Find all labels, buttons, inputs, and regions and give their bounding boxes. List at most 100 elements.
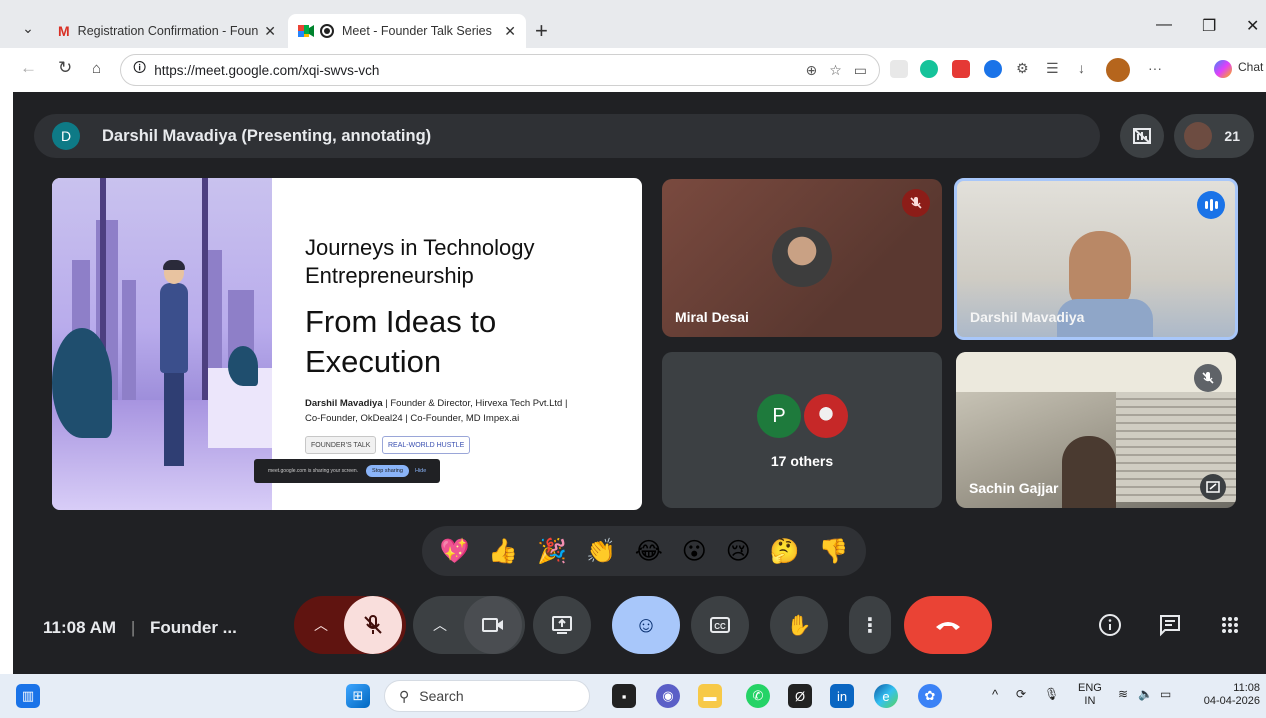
new-tab-button[interactable]: + [535,18,548,44]
extension-icon[interactable] [984,60,1002,78]
present-screen-button[interactable] [533,596,591,654]
stop-sharing-button[interactable]: Stop sharing [366,465,409,477]
app-icon[interactable]: Ø [788,684,812,708]
back-button[interactable]: ← [20,58,37,78]
copilot-icon[interactable] [1214,60,1232,78]
tab-actions-menu-button[interactable]: ⌄ [16,16,40,40]
reaction-thumbs-up[interactable]: 👍 [488,537,518,566]
app-icon[interactable]: ✿ [918,684,942,708]
reaction-thumbs-down[interactable]: 👎 [819,537,849,566]
camera-toggle-button[interactable] [464,596,522,654]
taskbar-search[interactable]: ⚲ Search [384,680,590,712]
reaction-crying[interactable]: 😢 [726,537,751,566]
close-tab-icon[interactable]: ✕ [504,23,516,40]
activities-button[interactable] [1209,596,1251,654]
search-placeholder: Search [419,688,464,704]
tab-registration-confirmation[interactable]: M Registration Confirmation - Found ✕ [48,14,286,48]
reload-button[interactable]: ↻ [58,58,72,78]
favorites-icon[interactable]: ☰ [1046,60,1059,77]
meeting-details-button[interactable] [1089,596,1131,654]
downloads-icon[interactable]: ↓ [1078,60,1085,76]
url-text: https://meet.google.com/xqi-swvs-vch [154,62,380,78]
task-view-icon[interactable]: ▪ [612,684,636,708]
favorite-star-icon[interactable]: ☆ [829,62,842,79]
linkedin-icon[interactable]: in [830,684,854,708]
presented-slide: Journeys in Technology Entrepreneurship … [52,178,642,510]
participant-tile-miral[interactable]: Miral Desai [662,179,942,337]
browser-tab-bar: ⌄ M Registration Confirmation - Found ✕ … [0,0,1266,48]
participant-name: Miral Desai [675,309,749,325]
participant-tile-others[interactable]: P 17 others [662,352,942,508]
reactions-button[interactable]: ☺ [612,596,680,654]
start-menu-icon[interactable]: ⊞ [346,684,370,708]
tab-meet[interactable]: Meet - Founder Talk Series ✕ [288,14,526,48]
reaction-sparkling-heart[interactable]: 💖 [439,537,469,566]
extension-icon[interactable] [952,60,970,78]
show-hidden-icons[interactable]: ^ [992,688,998,701]
chat-icon [1160,615,1180,637]
meet-window: D Darshil Mavadiya (Presenting, annotati… [13,92,1266,674]
network-status-icon[interactable]: ⟳ [1016,688,1026,701]
audio-options-chevron-icon[interactable]: ︿ [314,615,328,635]
captions-button[interactable]: CC [691,596,749,654]
participants-button[interactable]: 21 [1174,114,1254,158]
tab-title: Registration Confirmation - Found [77,24,258,38]
system-clock[interactable]: 11:08 04-04-2026 [1196,682,1260,708]
wifi-icon[interactable]: ≋ [1118,688,1128,701]
extension-icon[interactable] [890,60,908,78]
end-call-icon [936,622,960,630]
home-icon[interactable]: ⌂ [92,60,101,77]
language-indicator[interactable]: ENG IN [1078,682,1102,708]
participant-tile-darshil[interactable]: Darshil Mavadiya [954,178,1238,340]
more-menu-icon[interactable]: ··· [1148,60,1162,76]
leave-call-button[interactable] [904,596,992,654]
chat-button[interactable] [1149,596,1191,654]
site-info-icon[interactable]: 🛈 [133,59,146,81]
avatar: P [757,394,801,438]
participant-video [1062,436,1116,508]
reaction-surprised[interactable]: 😮 [682,537,707,566]
microphone-in-use-icon[interactable]: 🎙 [1044,688,1059,701]
hide-notice-button[interactable]: Hide [415,468,426,474]
presenter-label: Darshil Mavadiya (Presenting, annotating… [102,126,432,145]
reaction-party-popper[interactable]: 🎉 [537,537,567,566]
restore-button[interactable]: ❐ [1202,16,1216,36]
volume-icon[interactable]: 🔈 [1138,688,1153,701]
emoji-icon: ☺ [634,612,658,637]
more-vert-icon: ⋮ [860,614,880,637]
slide-tag: REAL-WORLD HUSTLE [382,436,471,454]
layout-icon[interactable] [1120,114,1164,158]
video-options-chevron-icon[interactable]: ︿ [433,615,447,635]
file-explorer-icon[interactable]: ▬ [698,684,722,708]
profile-avatar[interactable] [1106,58,1130,82]
screen-share-notice: meet.google.com is sharing your screen. … [254,459,440,483]
reaction-thinking[interactable]: 🤔 [770,537,800,566]
meeting-name: Founder ... [149,618,237,637]
reaction-clapping[interactable]: 👏 [586,537,616,566]
raise-hand-button[interactable]: ✋ [770,596,828,654]
captions-icon: CC [710,617,730,633]
battery-icon[interactable]: ▭ [1160,688,1171,701]
app-available-icon[interactable]: ▭ [854,62,867,79]
chat-label[interactable]: Chat [1238,60,1263,74]
expand-tile-icon[interactable] [1200,474,1226,500]
participant-tile-sachin[interactable]: Sachin Gajjar [956,352,1236,508]
grammarly-icon[interactable] [920,60,938,78]
whatsapp-icon[interactable]: ✆ [746,684,770,708]
teams-chat-icon[interactable]: ◉ [656,684,680,708]
extensions-icon[interactable]: ⚙ [1016,60,1029,77]
mic-off-icon [364,615,382,634]
zoom-icon[interactable]: ⊕ [805,62,817,79]
microphone-toggle-button[interactable] [344,596,402,654]
close-window-button[interactable]: ✕ [1246,16,1259,36]
reaction-joy[interactable]: 😂 [635,537,663,566]
more-options-button[interactable]: ⋮ [849,596,891,654]
close-tab-icon[interactable]: ✕ [264,23,276,40]
edge-browser-icon[interactable]: e [874,684,898,708]
presenter-banner[interactable]: D Darshil Mavadiya (Presenting, annotati… [34,114,1100,158]
address-bar[interactable]: 🛈 https://meet.google.com/xqi-swvs-vch ⊕… [120,54,880,86]
participant-name: Darshil Mavadiya [970,309,1085,325]
minimize-button[interactable]: — [1156,16,1172,34]
widgets-icon[interactable]: ▥ [16,684,40,708]
presenter-avatar: D [52,122,80,150]
